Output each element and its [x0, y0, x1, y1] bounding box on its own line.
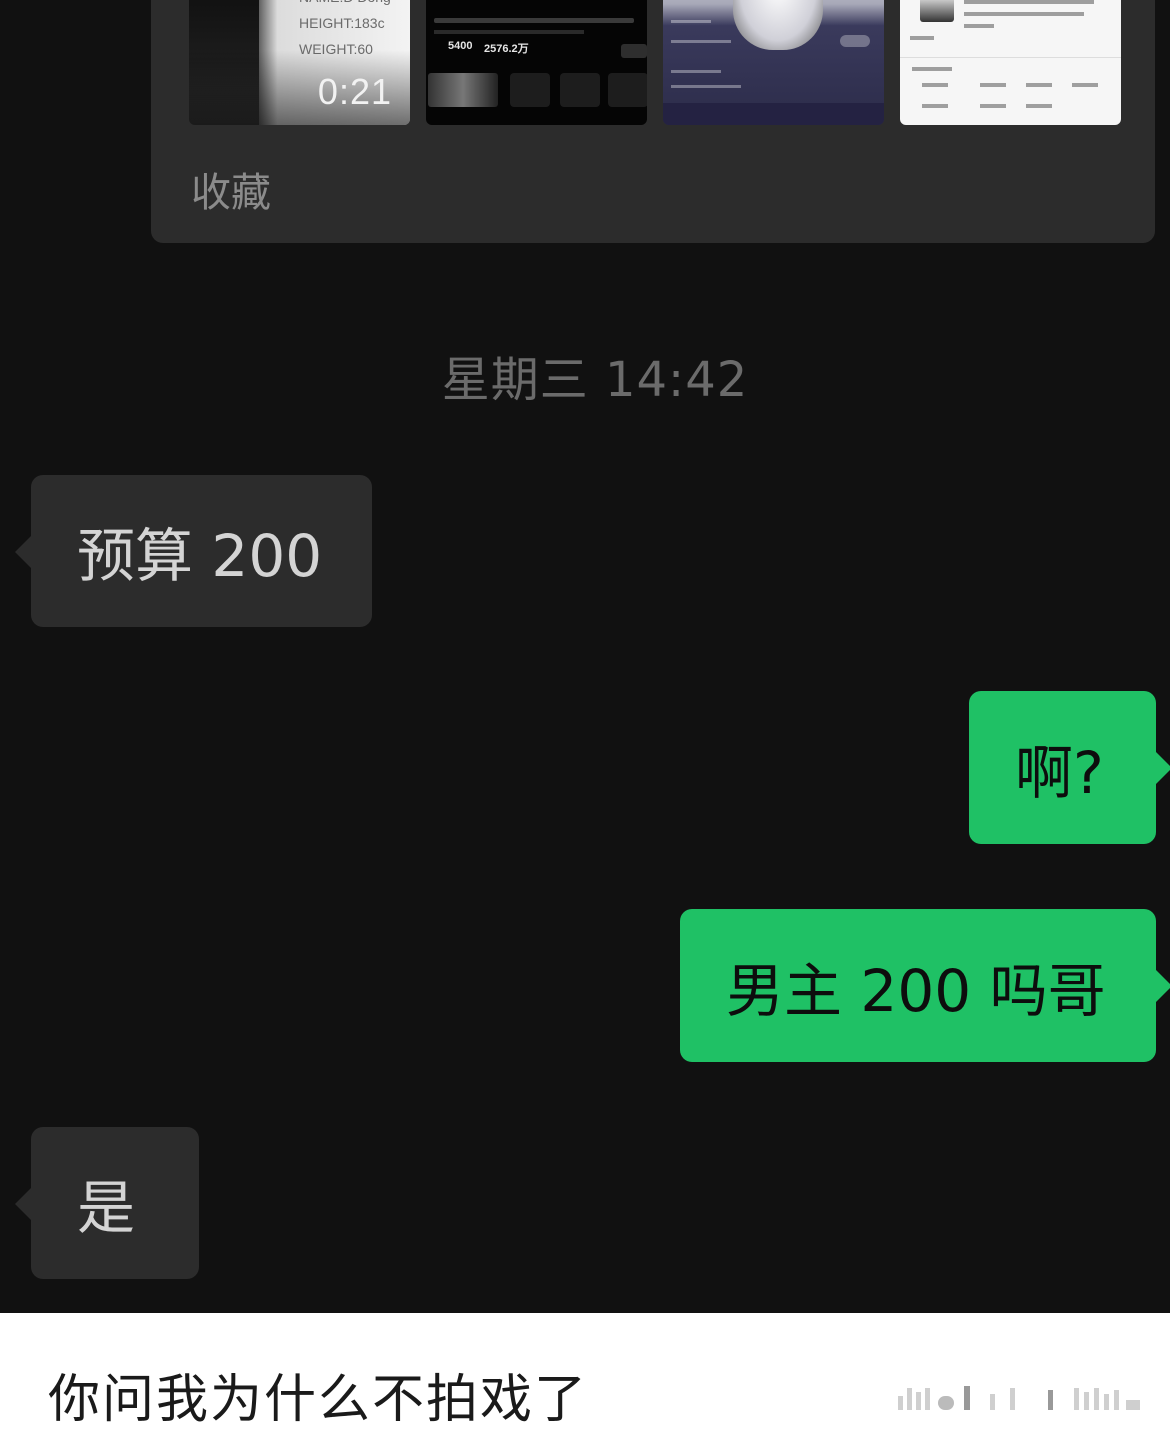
badge: [840, 35, 870, 47]
edit-button: [621, 44, 647, 58]
stat-value: 5400: [448, 40, 473, 52]
text-line: [912, 67, 952, 71]
profile-screenshot-dark[interactable]: 5400 2576.2万: [426, 0, 647, 125]
text-line: [434, 18, 634, 23]
menu-tile: [608, 73, 647, 107]
video-thumbnail[interactable]: NAME:D Dong HEIGHT:183c WEIGHT:60 0:21: [189, 0, 410, 125]
text-line: [671, 70, 721, 73]
text-line: [910, 36, 934, 40]
message-text: 是: [77, 1174, 136, 1242]
text-line: [671, 20, 711, 23]
post-caption: 你问我为什么不拍戏了: [48, 1370, 589, 1430]
profile-screenshot-purple[interactable]: [663, 0, 884, 125]
sent-message[interactable]: 男主 200 吗哥: [680, 909, 1170, 1062]
favorites-label: 收藏: [191, 170, 271, 216]
text-line: [671, 85, 741, 88]
message-text: 预算 200: [77, 522, 323, 590]
profile-image: [428, 73, 498, 107]
stat-value: 2576.2万: [484, 43, 529, 55]
stat-cell: [922, 104, 948, 108]
stat-cell: [1026, 83, 1052, 87]
video-info-name: NAME:D Dong: [299, 0, 391, 10]
stat-cell: [922, 83, 948, 87]
received-message[interactable]: 预算 200: [15, 475, 372, 627]
favorites-card[interactable]: NAME:D Dong HEIGHT:183c WEIGHT:60 0:21 5…: [151, 0, 1155, 243]
video-duration: 0:21: [317, 71, 392, 112]
menu-tile: [560, 73, 600, 107]
profile-screenshot-light[interactable]: [900, 0, 1121, 125]
received-message[interactable]: 是: [15, 1127, 199, 1279]
message-timestamp: 星期三 14:42: [441, 352, 749, 408]
video-info-height: HEIGHT:183c: [299, 15, 385, 31]
text-line: [671, 40, 731, 43]
footer-bar: [663, 103, 884, 125]
stat-cell: [980, 83, 1006, 87]
divider: [900, 57, 1121, 58]
stat-cell: [1072, 83, 1098, 87]
caption-bar: 你问我为什么不拍戏了: [0, 1313, 1170, 1439]
watermark-logo: [898, 1380, 1148, 1410]
chat-screen: NAME:D Dong HEIGHT:183c WEIGHT:60 0:21 5…: [0, 0, 1170, 1313]
avatar: [920, 0, 954, 22]
person-image: [733, 0, 823, 50]
text-line: [964, 24, 994, 28]
message-text: 啊?: [1015, 738, 1104, 807]
menu-tile: [510, 73, 550, 107]
sent-message[interactable]: 啊?: [969, 691, 1170, 844]
text-line: [434, 30, 584, 34]
stat-cell: [980, 104, 1006, 108]
stat-cell: [1026, 104, 1052, 108]
message-text: 男主 200 吗哥: [726, 956, 1106, 1025]
text-line: [964, 0, 1094, 4]
favorites-thumbnails: NAME:D Dong HEIGHT:183c WEIGHT:60 0:21 5…: [189, 0, 1121, 125]
text-line: [964, 12, 1084, 16]
